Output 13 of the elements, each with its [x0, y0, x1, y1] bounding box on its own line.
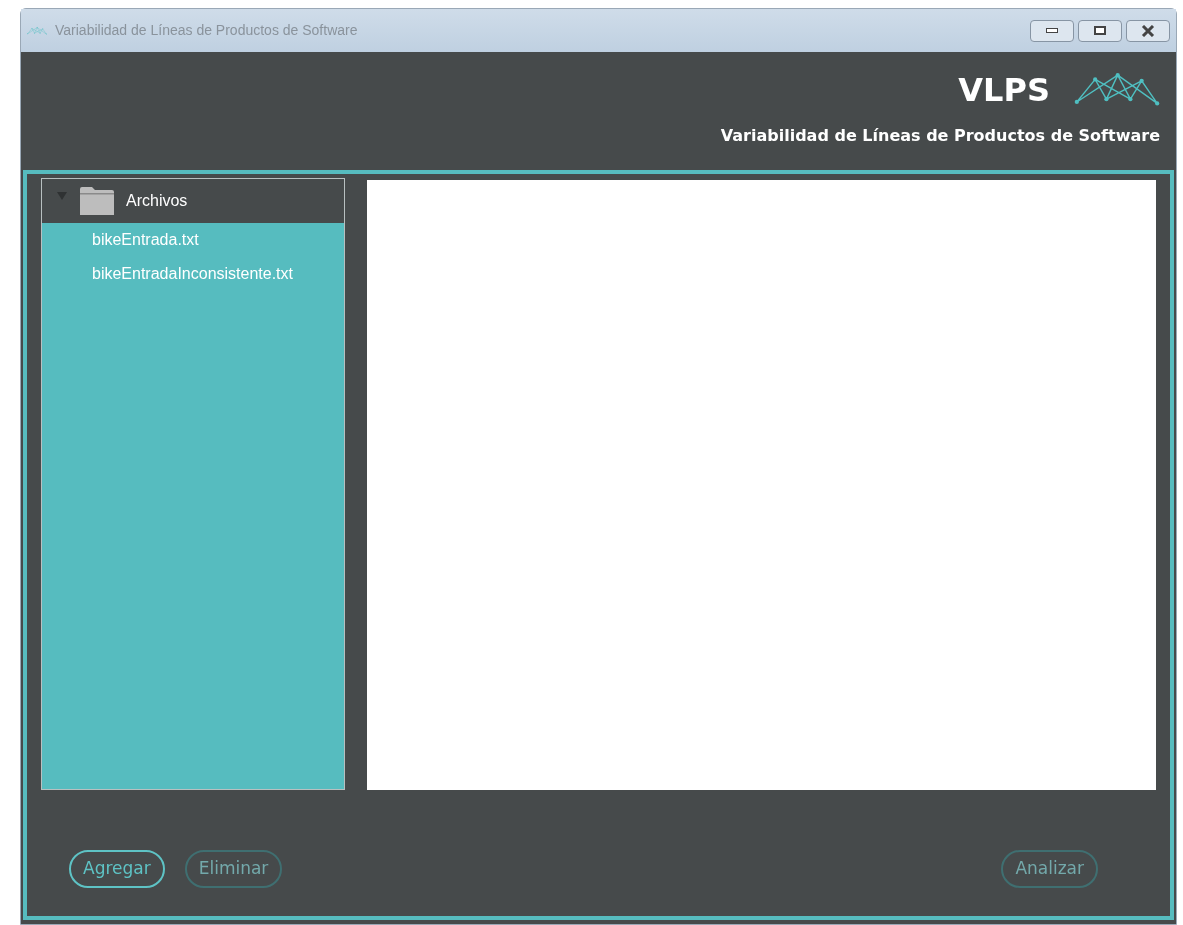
add-button[interactable]: Agregar: [69, 850, 165, 888]
folder-icon: [80, 187, 114, 215]
window-title: Variabilidad de Líneas de Productos de Software: [55, 21, 358, 40]
close-button[interactable]: [1126, 19, 1170, 42]
tree-root-label: Archivos: [126, 191, 188, 211]
app-subtitle: Variabilidad de Líneas de Productos de Software: [720, 125, 1160, 147]
minimize-button[interactable]: [1030, 19, 1074, 42]
logo-text: VLPS: [958, 70, 1050, 111]
file-item[interactable]: bikeEntrada.txt: [42, 223, 344, 257]
close-icon: [1141, 24, 1155, 37]
tree-root-row[interactable]: Archivos: [42, 179, 344, 223]
maximize-button[interactable]: [1078, 19, 1122, 42]
file-item[interactable]: bikeEntradaInconsistente.txt: [42, 257, 344, 291]
